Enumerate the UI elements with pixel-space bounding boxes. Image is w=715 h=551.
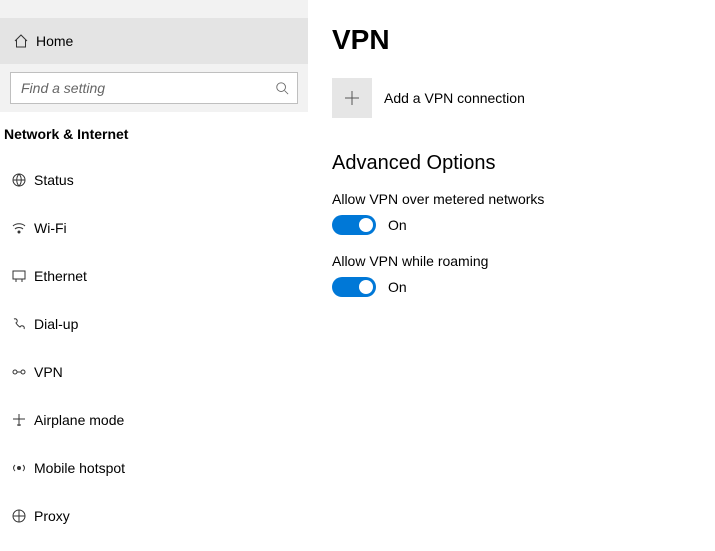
nav-area: Network & Internet Status Wi-Fi [0, 112, 308, 551]
sidebar-item-label: Ethernet [34, 268, 87, 284]
sidebar-item-label: Wi-Fi [34, 220, 67, 236]
search-input[interactable] [11, 73, 297, 103]
sidebar-item-label: Status [34, 172, 74, 188]
airplane-icon [4, 412, 34, 428]
sidebar-item-label: Mobile hotspot [34, 460, 125, 476]
vpn-icon [4, 364, 34, 380]
category-header: Network & Internet [0, 112, 308, 156]
sidebar-item-label: VPN [34, 364, 63, 380]
sidebar: Home Network & Internet Status [0, 0, 308, 551]
toggle-metered-state: On [388, 217, 407, 233]
status-icon [4, 172, 34, 188]
toggle-roaming[interactable] [332, 277, 376, 297]
add-vpn-button[interactable]: Add a VPN connection [332, 78, 691, 118]
wifi-icon [4, 220, 34, 236]
plus-icon [332, 78, 372, 118]
sidebar-item-status[interactable]: Status [0, 156, 308, 204]
sidebar-item-hotspot[interactable]: Mobile hotspot [0, 444, 308, 492]
ethernet-icon [4, 268, 34, 284]
sidebar-item-proxy[interactable]: Proxy [0, 492, 308, 540]
advanced-options-heading: Advanced Options [332, 152, 691, 175]
search-wrap [0, 64, 308, 112]
sidebar-item-wifi[interactable]: Wi-Fi [0, 204, 308, 252]
sidebar-item-airplane[interactable]: Airplane mode [0, 396, 308, 444]
add-vpn-label: Add a VPN connection [384, 90, 525, 106]
sidebar-item-vpn[interactable]: VPN [0, 348, 308, 396]
sidebar-item-dialup[interactable]: Dial-up [0, 300, 308, 348]
option-roaming: Allow VPN while roaming On [332, 253, 691, 297]
toggle-metered[interactable] [332, 215, 376, 235]
home-label: Home [36, 33, 73, 49]
main-content: VPN Add a VPN connection Advanced Option… [308, 0, 715, 551]
sidebar-item-ethernet[interactable]: Ethernet [0, 252, 308, 300]
toggle-roaming-state: On [388, 279, 407, 295]
page-title: VPN [332, 24, 691, 56]
sidebar-item-label: Dial-up [34, 316, 78, 332]
sidebar-item-label: Proxy [34, 508, 70, 524]
option-roaming-label: Allow VPN while roaming [332, 253, 691, 269]
home-button[interactable]: Home [0, 18, 308, 64]
search-box[interactable] [10, 72, 298, 104]
hotspot-icon [4, 460, 34, 476]
search-icon [275, 81, 289, 95]
proxy-icon [4, 508, 34, 524]
dialup-icon [4, 316, 34, 332]
home-icon [6, 33, 36, 49]
option-metered: Allow VPN over metered networks On [332, 191, 691, 235]
option-metered-label: Allow VPN over metered networks [332, 191, 691, 207]
sidebar-item-label: Airplane mode [34, 412, 124, 428]
